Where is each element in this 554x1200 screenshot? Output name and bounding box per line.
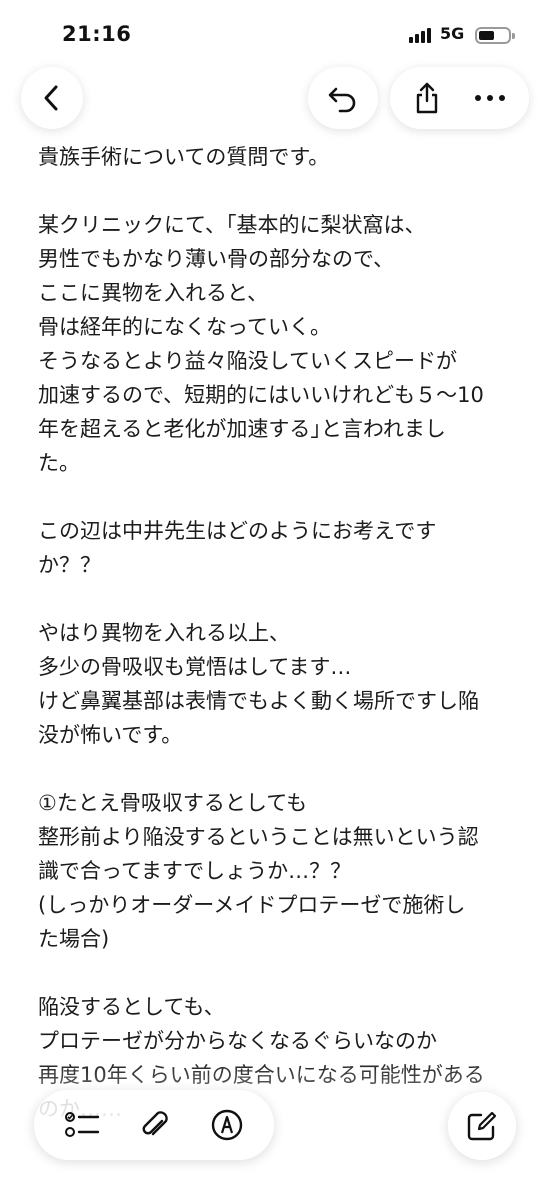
bottom-toolbar <box>34 1090 274 1160</box>
note-paragraph: 貴族手術についての質問です。 <box>38 145 330 169</box>
undo-icon <box>326 83 360 113</box>
note-paragraph: ①たとえ骨吸収するとしても 整形前より陥没するということは無いという認 識で合っ… <box>38 791 479 951</box>
note-paragraph: この辺は中井先生はどのようにお考えです か？？ <box>38 519 437 577</box>
ellipsis-icon[interactable] <box>473 93 507 103</box>
compose-button[interactable] <box>448 1092 516 1160</box>
status-bar: 21:16 5G <box>0 0 554 70</box>
status-time: 21:16 <box>62 22 132 46</box>
note-paragraph: やはり異物を入れる以上、 多少の骨吸収も覚悟はしてます… けど鼻翼基部は表情でも… <box>38 621 479 747</box>
cellular-signal-icon <box>409 27 431 43</box>
note-paragraph: 某クリニックにて、｢基本的に梨状窩は、 男性でもかなり薄い骨の部分なので、 ここ… <box>38 213 484 475</box>
chevron-left-icon <box>39 83 65 113</box>
paperclip-icon[interactable] <box>140 1107 170 1143</box>
note-body[interactable]: 貴族手術についての質問です。某クリニックにて、｢基本的に梨状窩は、 男性でもかな… <box>38 140 518 1126</box>
back-button[interactable] <box>21 67 83 129</box>
note-actions <box>390 67 529 129</box>
checklist-icon[interactable] <box>64 1109 100 1141</box>
battery-icon <box>475 27 515 44</box>
network-type: 5G <box>440 24 465 43</box>
pen-markup-icon[interactable] <box>210 1108 244 1142</box>
share-icon[interactable] <box>412 81 442 115</box>
undo-button[interactable] <box>308 67 378 129</box>
compose-icon <box>465 1109 499 1143</box>
